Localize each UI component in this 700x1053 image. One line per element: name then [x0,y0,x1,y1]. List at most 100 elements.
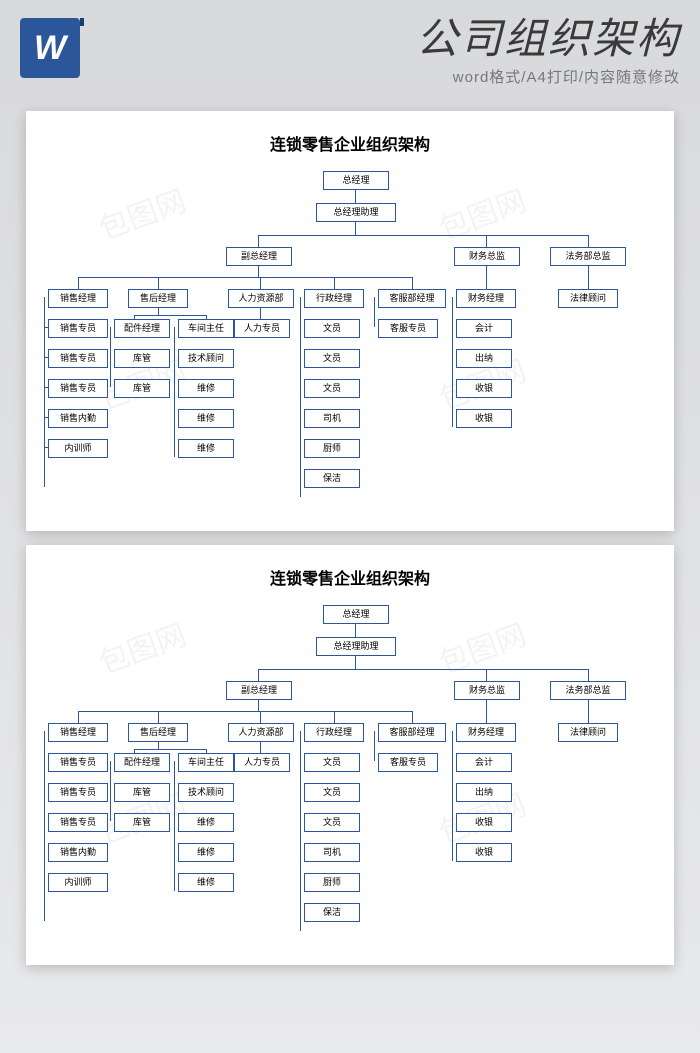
node-warehouse: 库管 [114,813,170,832]
node-sales-mgr: 销售经理 [48,289,108,308]
connector [334,711,335,723]
node-repair: 维修 [178,813,234,832]
connector [374,297,375,327]
node-sales-mgr: 销售经理 [48,723,108,742]
connector [110,327,111,387]
node-driver: 司机 [304,843,360,862]
node-warehouse: 库管 [114,783,170,802]
node-till: 收银 [456,409,512,428]
connector [588,265,589,289]
node-repair: 维修 [178,379,234,398]
node-clean: 保洁 [304,469,360,488]
node-till: 收银 [456,843,512,862]
connector [412,277,413,289]
node-workshop: 车间主任 [178,753,234,772]
connector [78,711,413,712]
node-fin-mgr: 财务经理 [456,723,516,742]
node-fin-dir: 财务总监 [454,681,520,700]
connector [452,731,453,861]
node-hr-spec: 人力专员 [234,753,290,772]
node-till: 收银 [456,813,512,832]
node-warehouse: 库管 [114,349,170,368]
connector [486,669,487,681]
node-driver: 司机 [304,409,360,428]
preview-page-2: 连锁零售企业组织架构 包图网 包图网 包图网 包图网 总经理 总经理助理 副总经… [26,545,674,965]
watermark: 包图网 [436,621,531,680]
node-parts-mgr: 配件经理 [114,753,170,772]
title-block: 公司组织架构 word格式/A4打印/内容随意修改 [94,18,680,87]
node-service-spec: 客服专员 [378,319,438,338]
node-law-dir: 法务部总监 [550,247,626,266]
node-admin-mgr: 行政经理 [304,723,364,742]
node-after-mgr: 售后经理 [128,289,188,308]
doc-title: 连锁零售企业组织架构 [38,565,662,589]
connector [44,447,48,448]
node-law-dir: 法务部总监 [550,681,626,700]
main-title: 公司组织架构 [94,18,680,60]
node-cashier: 出纳 [456,349,512,368]
preview-page-1: 连锁零售企业组织架构 包图网 包图网 包图网 包图网 总经理 总经理助理 副总经… [26,111,674,531]
watermark: 包图网 [436,187,531,246]
node-clerk: 文员 [304,813,360,832]
node-tech-adv: 技术顾问 [178,783,234,802]
connector [158,277,159,289]
node-accountant: 会计 [456,319,512,338]
connector [78,711,79,723]
node-accountant: 会计 [456,753,512,772]
node-sales-intern: 销售内勤 [48,409,108,428]
node-sales-spec: 销售专员 [48,349,108,368]
node-clean: 保洁 [304,903,360,922]
connector [258,265,259,277]
node-fin-dir: 财务总监 [454,247,520,266]
node-gm: 总经理 [323,171,389,190]
org-chart: 包图网 包图网 包图网 包图网 总经理 总经理助理 副总经理 财务总监 法务部总… [38,605,662,965]
connector [355,189,356,203]
node-repair: 维修 [178,873,234,892]
connector [174,327,175,457]
node-vice-gm: 副总经理 [226,681,292,700]
node-parts-mgr: 配件经理 [114,319,170,338]
node-tech-adv: 技术顾问 [178,349,234,368]
node-chef: 厨师 [304,439,360,458]
node-law-adv: 法律顾问 [558,723,618,742]
connector [258,669,259,681]
node-vice-gm: 副总经理 [226,247,292,266]
node-repair: 维修 [178,843,234,862]
node-gm-assist: 总经理助理 [316,203,396,222]
node-warehouse: 库管 [114,379,170,398]
connector [355,655,356,669]
node-clerk: 文员 [304,319,360,338]
node-repair: 维修 [178,439,234,458]
connector [355,221,356,235]
node-admin-mgr: 行政经理 [304,289,364,308]
connector [258,699,259,711]
doc-title: 连锁零售企业组织架构 [38,131,662,155]
node-hr-dept: 人力资源部 [228,723,294,742]
connector [300,731,301,931]
connector [44,327,48,328]
connector [44,417,48,418]
connector [412,711,413,723]
node-sales-spec: 销售专员 [48,753,108,772]
connector [588,235,589,247]
connector [258,235,588,236]
node-sales-spec: 销售专员 [48,379,108,398]
connector [44,387,48,388]
node-clerk: 文员 [304,783,360,802]
connector [158,307,159,315]
node-clerk: 文员 [304,349,360,368]
connector [134,315,206,316]
node-trainer: 内训师 [48,873,108,892]
node-sales-intern: 销售内勤 [48,843,108,862]
connector [334,277,335,289]
node-repair: 维修 [178,409,234,428]
connector [452,297,453,427]
connector [486,699,487,723]
connector [78,277,413,278]
node-sales-spec: 销售专员 [48,783,108,802]
org-chart: 包图网 包图网 包图网 包图网 总经理 总经理助理 副总经理 财务总监 法务部总… [38,171,662,531]
connector [258,669,588,670]
node-cashier: 出纳 [456,783,512,802]
connector [258,235,259,247]
node-sales-spec: 销售专员 [48,813,108,832]
